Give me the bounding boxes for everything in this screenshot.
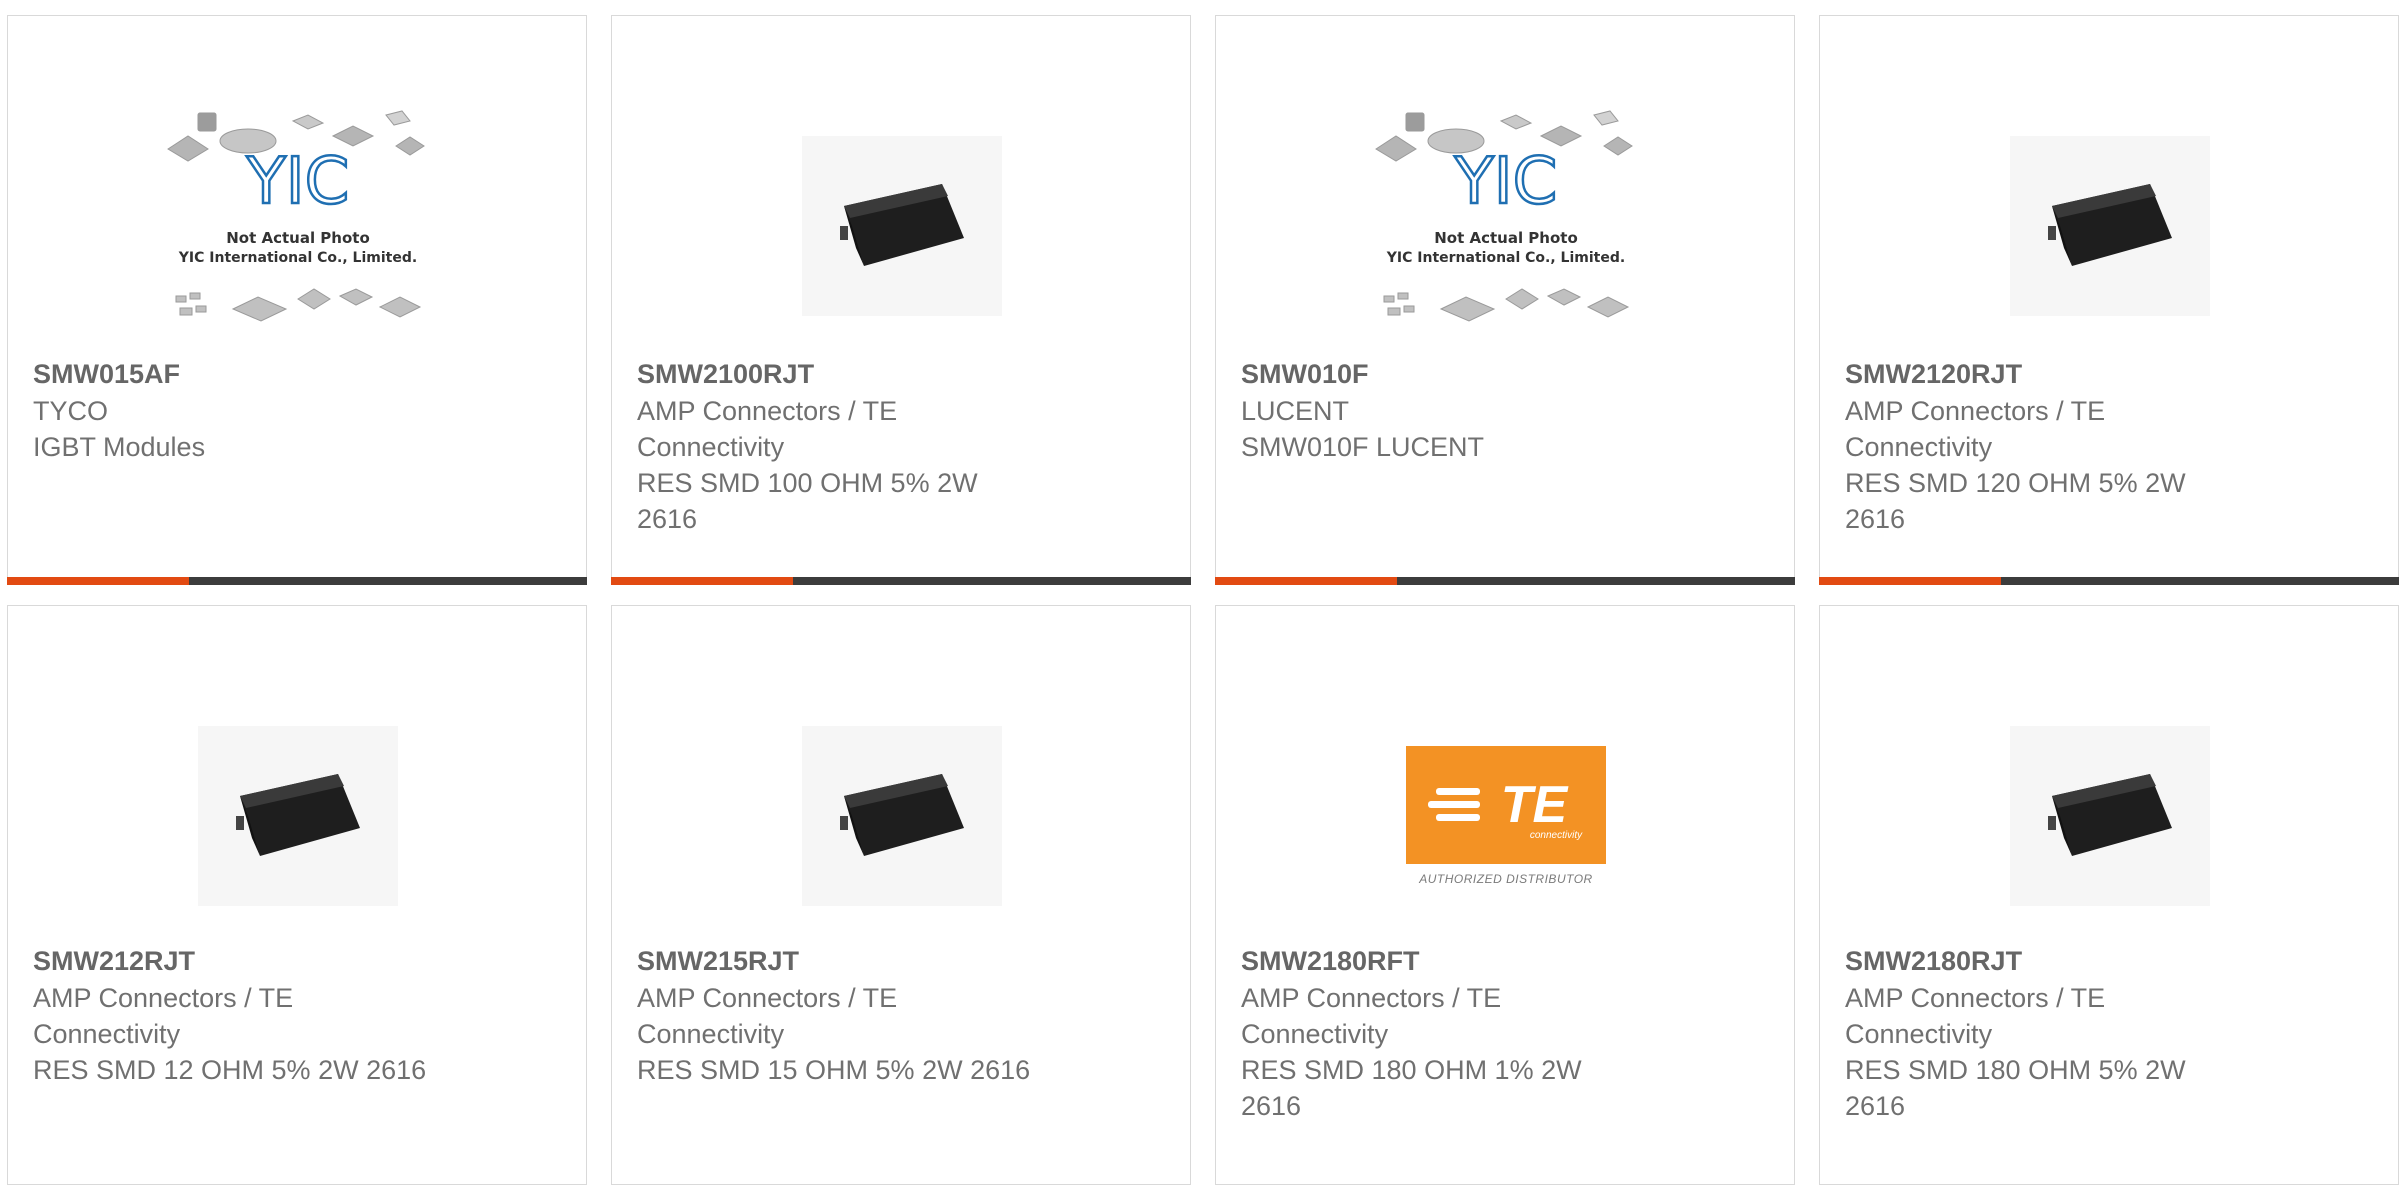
part-number[interactable]: SMW2180RJT (1845, 943, 2275, 980)
product-image[interactable]: YIC Not Actual Photo YIC International C… (158, 86, 438, 366)
card-bottom-bar (611, 577, 1191, 585)
manufacturer-cont: Connectivity (33, 1019, 181, 1049)
card-accent (611, 577, 793, 585)
placeholder-line2: YIC International Co., Limited. (1386, 250, 1625, 266)
manufacturer: AMP Connectors / TE (1845, 396, 2106, 426)
smd-resistor-icon (2010, 136, 2210, 316)
manufacturer: TYCO (33, 396, 109, 426)
card-accent (7, 577, 189, 585)
product-card[interactable]: SMW212RJT AMP Connectors / TE Connectivi… (7, 605, 587, 1185)
part-number[interactable]: SMW215RJT (637, 943, 1067, 980)
description-cont: 2616 (637, 504, 698, 534)
manufacturer: AMP Connectors / TE (637, 396, 898, 426)
card-bottom-bar (1819, 577, 2399, 585)
product-card[interactable]: TE connectivity AUTHORIZED DISTRIBUTOR S… (1215, 605, 1795, 1185)
product-image[interactable] (1970, 676, 2250, 956)
card-accent (1819, 577, 2001, 585)
smd-resistor-icon (802, 726, 1002, 906)
part-number[interactable]: SMW2120RJT (1845, 356, 2275, 393)
part-number[interactable]: SMW2180RFT (1241, 943, 1671, 980)
product-info: SMW212RJT AMP Connectors / TE Connectivi… (33, 943, 463, 1088)
description: IGBT Modules (33, 432, 206, 462)
description: SMW010F LUCENT (1241, 432, 1485, 462)
description-cont: 2616 (1845, 1091, 1906, 1121)
manufacturer: AMP Connectors / TE (33, 983, 294, 1013)
description: RES SMD 180 OHM 1% 2W (1241, 1055, 1582, 1085)
description-cont: 2616 (1241, 1091, 1302, 1121)
product-card[interactable]: SMW2100RJT AMP Connectors / TE Connectiv… (611, 15, 1191, 585)
description: RES SMD 15 OHM 5% 2W 2616 (637, 1055, 1031, 1085)
te-caption: AUTHORIZED DISTRIBUTOR (1419, 872, 1593, 886)
product-info: SMW2100RJT AMP Connectors / TE Connectiv… (637, 356, 1067, 537)
te-mark-text: TE (1501, 776, 1569, 834)
product-card[interactable]: SMW2120RJT AMP Connectors / TE Connectiv… (1819, 15, 2399, 585)
product-info: SMW2120RJT AMP Connectors / TE Connectiv… (1845, 356, 2275, 537)
description: RES SMD 100 OHM 5% 2W (637, 468, 978, 498)
product-info: SMW010F LUCENT SMW010F LUCENT (1241, 356, 1671, 465)
smd-resistor-icon (2010, 726, 2210, 906)
te-logo-icon: TE connectivity AUTHORIZED DISTRIBUTOR (1406, 746, 1606, 886)
description: RES SMD 120 OHM 5% 2W (1845, 468, 2186, 498)
part-number[interactable]: SMW2100RJT (637, 356, 1067, 393)
product-info: SMW2180RFT AMP Connectors / TE Connectiv… (1241, 943, 1671, 1124)
product-info: SMW015AF TYCO IGBT Modules (33, 356, 463, 465)
product-grid: YIC Not Actual Photo YIC International C… (0, 0, 2400, 1185)
product-card[interactable]: YIC Not Actual Photo YIC International C… (1215, 15, 1795, 585)
yic-placeholder-icon: YIC Not Actual Photo YIC International C… (1375, 110, 1633, 322)
product-image[interactable] (1970, 86, 2250, 366)
part-number[interactable]: SMW212RJT (33, 943, 463, 980)
product-image[interactable] (158, 676, 438, 956)
yic-placeholder-icon: YIC Not Actual Photo YIC International C… (167, 110, 425, 322)
product-card[interactable]: YIC Not Actual Photo YIC International C… (7, 15, 587, 585)
te-logo-mark: TE connectivity (1406, 746, 1606, 864)
part-number[interactable]: SMW010F (1241, 356, 1671, 393)
manufacturer: AMP Connectors / TE (637, 983, 898, 1013)
yic-brand-text: YIC (1454, 145, 1558, 219)
manufacturer: AMP Connectors / TE (1241, 983, 1502, 1013)
te-sub-text: connectivity (1530, 830, 1583, 841)
product-info: SMW2180RJT AMP Connectors / TE Connectiv… (1845, 943, 2275, 1124)
part-number[interactable]: SMW015AF (33, 356, 463, 393)
manufacturer-cont: Connectivity (637, 432, 785, 462)
manufacturer-cont: Connectivity (1845, 1019, 1993, 1049)
description: RES SMD 180 OHM 5% 2W (1845, 1055, 2186, 1085)
product-card[interactable]: SMW2180RJT AMP Connectors / TE Connectiv… (1819, 605, 2399, 1185)
card-bottom-bar (7, 577, 587, 585)
product-info: SMW215RJT AMP Connectors / TE Connectivi… (637, 943, 1067, 1088)
yic-brand-text: YIC (246, 145, 350, 219)
product-image[interactable] (762, 676, 1042, 956)
manufacturer-cont: Connectivity (1241, 1019, 1389, 1049)
product-image[interactable] (762, 86, 1042, 366)
smd-resistor-icon (198, 726, 398, 906)
product-image[interactable]: TE connectivity AUTHORIZED DISTRIBUTOR (1366, 676, 1646, 956)
description: RES SMD 12 OHM 5% 2W 2616 (33, 1055, 427, 1085)
placeholder-line1: Not Actual Photo (226, 229, 370, 247)
product-image[interactable]: YIC Not Actual Photo YIC International C… (1366, 86, 1646, 366)
manufacturer-cont: Connectivity (1845, 432, 1993, 462)
card-accent (1215, 577, 1397, 585)
card-bottom-bar (1215, 577, 1795, 585)
description-cont: 2616 (1845, 504, 1906, 534)
manufacturer: LUCENT (1241, 396, 1350, 426)
placeholder-line2: YIC International Co., Limited. (178, 250, 417, 266)
manufacturer: AMP Connectors / TE (1845, 983, 2106, 1013)
manufacturer-cont: Connectivity (637, 1019, 785, 1049)
placeholder-line1: Not Actual Photo (1434, 229, 1578, 247)
smd-resistor-icon (802, 136, 1002, 316)
product-card[interactable]: SMW215RJT AMP Connectors / TE Connectivi… (611, 605, 1191, 1185)
